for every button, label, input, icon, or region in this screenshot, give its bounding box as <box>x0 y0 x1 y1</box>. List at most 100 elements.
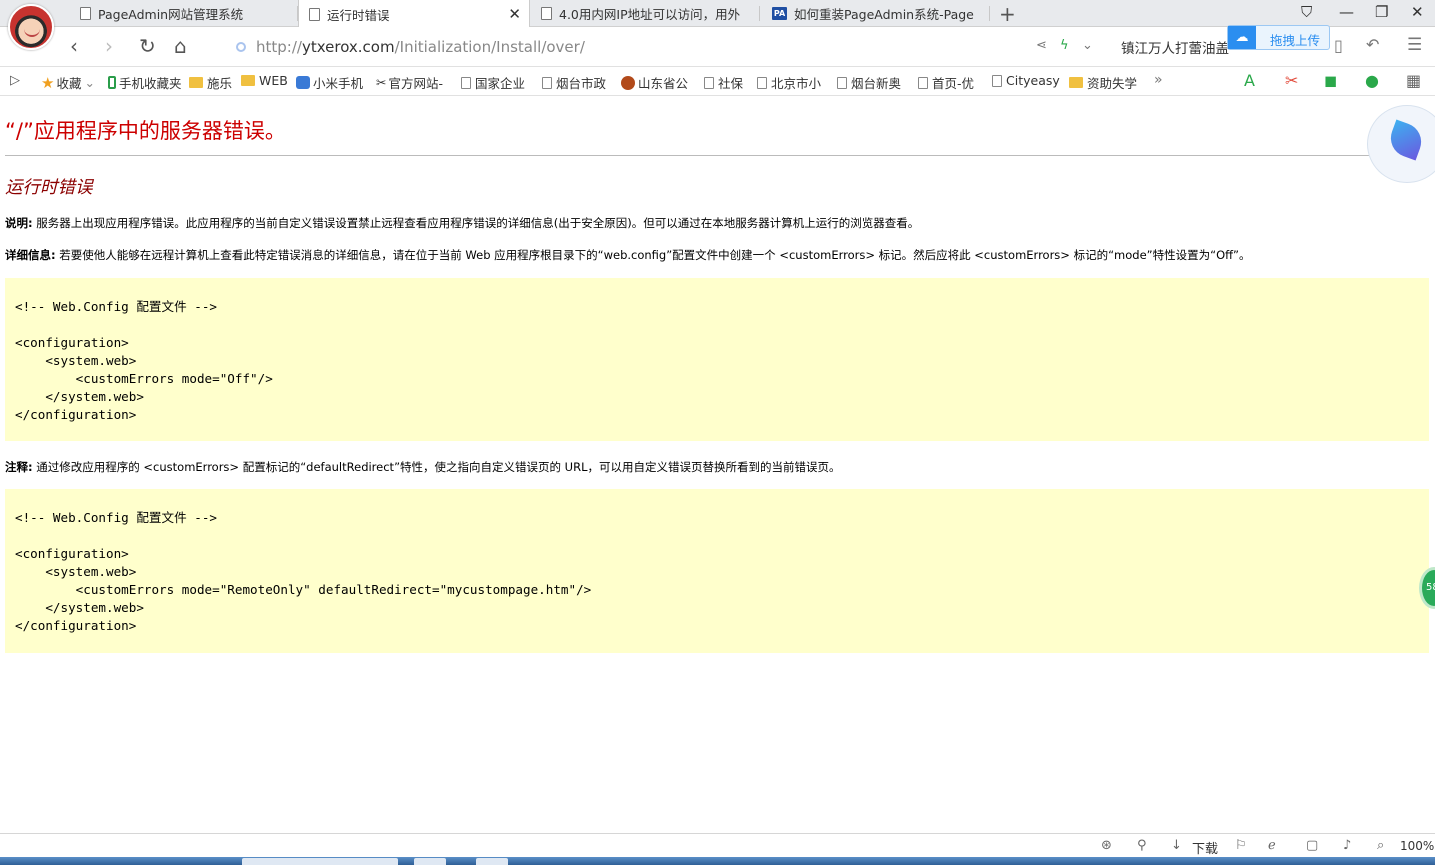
bookmark-web[interactable]: WEB <box>241 73 288 88</box>
close-window-icon[interactable]: ✕ <box>1411 3 1424 21</box>
taskbar-app[interactable] <box>242 858 398 865</box>
user-avatar[interactable] <box>8 4 54 50</box>
address-url[interactable]: http://ytxerox.com/Initialization/Instal… <box>256 38 585 56</box>
tab-pageadmin[interactable]: PageAdmin网站管理系统 <box>70 0 298 27</box>
tab-reinstall[interactable]: PA 如何重装PageAdmin系统-Page <box>762 0 990 27</box>
page-content: “/”应用程序中的服务器错误。 运行时错误 说明: 服务器上出现应用程序错误。此… <box>0 97 1435 833</box>
folder-icon <box>241 75 255 86</box>
bookmark-official[interactable]: ✂ 官方网站- <box>376 73 443 92</box>
chevron-down-icon: ⌄ <box>84 75 95 90</box>
reading-mode-icon[interactable]: ▯ <box>1334 36 1343 55</box>
search-suggestion-text[interactable]: 镇江万人打蕾油盖 <box>1121 37 1229 57</box>
forward-icon[interactable]: › <box>105 35 113 57</box>
tab-separator <box>989 6 990 21</box>
pageadmin-logo-icon: PA <box>772 7 787 20</box>
note-label: 注释: <box>5 460 33 474</box>
description-paragraph: 说明: 服务器上出现应用程序错误。此应用程序的当前自定义错误设置禁止远程查看应用… <box>5 215 919 231</box>
code-block-config-remoteonly: <!-- Web.Config 配置文件 --> <configuration>… <box>5 489 1429 653</box>
bookmark-xerox[interactable]: 施乐 <box>189 73 232 92</box>
code-text: <!-- Web.Config 配置文件 --> <configuration>… <box>15 299 273 422</box>
taskbar-app[interactable] <box>476 858 508 865</box>
tab-label: 4.0用内网IP地址可以访问，用外 <box>559 7 741 22</box>
page-icon <box>461 76 471 89</box>
restore-icon[interactable]: ❐ <box>1375 3 1388 21</box>
address-bar[interactable]: http://ytxerox.com/Initialization/Instal… <box>226 35 1026 59</box>
emblem-icon <box>621 75 635 90</box>
bookmark-social-security[interactable]: 社保 <box>704 73 743 92</box>
bookmark-beijing[interactable]: 北京市小 <box>757 73 821 92</box>
apps-grid-icon[interactable]: ▦ <box>1406 71 1421 90</box>
menu-icon[interactable]: ☰ <box>1407 35 1422 55</box>
close-icon[interactable]: ✕ <box>508 5 521 23</box>
accelerate-icon[interactable]: ⊛ <box>1101 838 1112 853</box>
screenshot-scissor-icon[interactable]: ✂ <box>1285 71 1298 90</box>
zoom-level[interactable]: 100% <box>1400 839 1434 853</box>
bookmark-homepage[interactable]: 首页-优 <box>918 73 974 92</box>
tab-label: 如何重装PageAdmin系统-Page <box>794 7 974 22</box>
reload-icon[interactable]: ↻ <box>139 35 156 57</box>
cloud-icon: ☁ <box>1228 26 1256 49</box>
bookmark-shandong[interactable]: 山东省公 <box>621 73 688 92</box>
game-icon[interactable]: ◼ <box>1324 71 1337 90</box>
sound-icon[interactable]: ♪ <box>1343 838 1351 853</box>
bookmark-mobile[interactable]: 手机收藏夹 <box>108 73 182 92</box>
sidebar-toggle-icon[interactable]: ▷ <box>10 73 20 88</box>
error-subtitle: 运行时错误 <box>5 178 93 198</box>
bookmark-national-enterprise[interactable]: 国家企业 <box>461 73 525 92</box>
lightning-icon[interactable]: ϟ <box>1060 38 1069 53</box>
navigation-bar: ‹ › ↻ ⌂ http://ytxerox.com/Initializatio… <box>0 27 1435 67</box>
page-icon <box>757 76 767 89</box>
minimize-icon[interactable]: — <box>1339 3 1354 21</box>
star-icon: ★ <box>41 73 55 92</box>
bookmark-education-aid[interactable]: 资助失学 <box>1069 73 1137 92</box>
page-icon <box>704 76 714 89</box>
site-info-icon[interactable] <box>236 42 246 52</box>
folder-icon <box>189 77 203 88</box>
shirt-skin-icon[interactable]: ⛉ <box>1301 3 1312 21</box>
flag-icon[interactable]: ⚐ <box>1235 838 1247 853</box>
page-icon <box>309 7 320 21</box>
share-icon[interactable]: ⋖ <box>1036 38 1047 53</box>
details-label: 详细信息: <box>5 248 56 262</box>
bookmark-yantai-xinao[interactable]: 烟台新奥 <box>837 73 901 92</box>
phone-icon <box>108 76 116 89</box>
bookmark-favorites[interactable]: ★ 收藏 ⌄ <box>41 73 95 92</box>
home-icon[interactable]: ⌂ <box>174 35 187 57</box>
browser-window: PageAdmin网站管理系统 运行时错误 ✕ 4.0用内网IP地址可以访问，用… <box>0 0 1435 865</box>
tab-runtime-error[interactable]: 运行时错误 ✕ <box>298 0 530 28</box>
bookmark-xiaomi[interactable]: 小米手机 <box>296 73 363 92</box>
taskbar-app[interactable] <box>414 858 446 865</box>
folder-icon <box>1069 77 1083 88</box>
details-paragraph: 详细信息: 若要使他人能够在远程计算机上查看此特定错误消息的详细信息，请在位于当… <box>5 247 1251 263</box>
bookmarks-bar: ▷ ★ 收藏 ⌄ 手机收藏夹 施乐 WEB 小米手机 ✂ 官方网站- 国家企业 烟台市… <box>0 67 1435 96</box>
back-icon[interactable]: ‹ <box>70 35 78 57</box>
tab-label: 运行时错误 <box>327 7 390 23</box>
tab-intranet[interactable]: 4.0用内网IP地址可以访问，用外 <box>531 0 760 27</box>
tab-label: PageAdmin网站管理系统 <box>98 7 244 22</box>
undo-icon[interactable]: ↶ <box>1366 35 1379 54</box>
note-text: 通过修改应用程序的 <customErrors> 配置标记的“defaultRe… <box>32 460 841 474</box>
translate-icon[interactable]: A <box>1244 71 1255 90</box>
pin-icon[interactable]: ⚲ <box>1137 838 1147 853</box>
coupon-icon[interactable]: ● <box>1365 71 1379 90</box>
drag-upload-button[interactable]: ☁ 拖拽上传 <box>1227 25 1330 50</box>
floating-bird-logo-icon[interactable] <box>1367 105 1435 183</box>
note-paragraph: 注释: 通过修改应用程序的 <customErrors> 配置标记的“defau… <box>5 459 841 475</box>
new-tab-icon[interactable]: + <box>999 2 1016 26</box>
ie-compat-icon[interactable]: ℯ <box>1268 838 1276 853</box>
bookmark-cityeasy[interactable]: Cityeasy <box>992 73 1060 88</box>
os-taskbar <box>0 857 1435 865</box>
window-icon[interactable]: ▢ <box>1306 838 1318 853</box>
download-label[interactable]: 下载 <box>1192 838 1218 857</box>
zoom-icon[interactable]: ⌕ <box>1377 838 1384 853</box>
chevron-down-icon[interactable]: ⌄ <box>1082 38 1093 53</box>
bookmark-yantai-gov[interactable]: 烟台市政 <box>542 73 606 92</box>
divider <box>5 155 1435 156</box>
code-text: <!-- Web.Config 配置文件 --> <configuration>… <box>15 510 592 633</box>
page-icon <box>542 76 552 89</box>
download-icon[interactable]: ↓ <box>1171 838 1182 853</box>
status-bar: ⊛ ⚲ ↓ 下载 ⚐ ℯ ▢ ♪ ⌕ 100% <box>0 833 1435 857</box>
description-text: 服务器上出现应用程序错误。此应用程序的当前自定义错误设置禁止远程查看应用程序错误… <box>32 216 920 230</box>
more-bookmarks-icon[interactable]: » <box>1154 72 1163 88</box>
details-text: 若要使他人能够在远程计算机上查看此特定错误消息的详细信息，请在位于当前 Web … <box>55 248 1251 262</box>
